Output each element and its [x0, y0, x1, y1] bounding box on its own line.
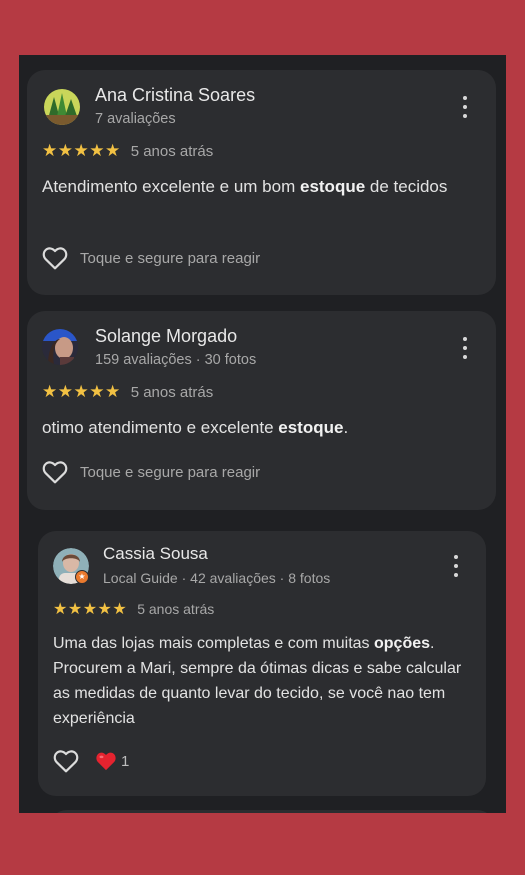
- reviewer-avatar[interactable]: [42, 329, 78, 365]
- heart-outline-icon[interactable]: [42, 460, 68, 484]
- react-row[interactable]: Toque e segure para reagir: [42, 246, 260, 270]
- review-rating: ★★★★★ 5 anos atrás: [53, 599, 214, 619]
- star-rating: ★★★★★: [42, 382, 121, 401]
- react-row[interactable]: Toque e segure para reagir: [42, 460, 260, 484]
- local-guide-badge-icon: ★: [75, 570, 89, 584]
- star-rating: ★★★★★: [53, 601, 128, 618]
- avatar-photo: [42, 329, 78, 365]
- react-hint: Toque e segure para reagir: [80, 463, 261, 481]
- reviewer-name[interactable]: Cassia Sousa: [103, 544, 208, 564]
- more-options-button[interactable]: [455, 94, 475, 120]
- heart-outline-icon[interactable]: [53, 749, 79, 773]
- next-review-card: [49, 810, 495, 813]
- review-card: Ana Cristina Soares 7 avaliações ★★★★★ 5…: [27, 70, 496, 295]
- review-card: ★ Cassia Sousa Local Guide · 42 avaliaçõ…: [38, 531, 486, 796]
- reviewer-name[interactable]: Ana Cristina Soares: [95, 85, 255, 106]
- star-rating: ★★★★★: [42, 141, 121, 160]
- review-card: Solange Morgado 159 avaliações · 30 foto…: [27, 311, 496, 510]
- reaction-chip[interactable]: 1: [95, 751, 129, 771]
- avatar-forest-image: [44, 89, 80, 125]
- reviewer-meta: 159 avaliações · 30 fotos: [95, 352, 257, 368]
- reviewer-meta: 7 avaliações: [95, 111, 176, 127]
- review-rating: ★★★★★ 5 anos atrás: [42, 141, 213, 161]
- heart-outline-icon[interactable]: [42, 246, 68, 270]
- review-date: 5 anos atrás: [137, 601, 215, 617]
- reviewer-name[interactable]: Solange Morgado: [95, 326, 237, 347]
- reviewer-avatar[interactable]: [44, 89, 80, 125]
- reaction-count: 1: [121, 752, 130, 770]
- review-text: Atendimento excelente e um bom estoque d…: [42, 177, 448, 196]
- more-options-button[interactable]: [446, 553, 466, 579]
- review-text: otimo atendimento e excelente estoque.: [42, 418, 349, 437]
- reviewer-avatar[interactable]: ★: [53, 548, 89, 584]
- react-hint: Toque e segure para reagir: [80, 249, 261, 267]
- reviewer-meta: Local Guide · 42 avaliações · 8 fotos: [103, 570, 331, 586]
- review-date: 5 anos atrás: [130, 383, 214, 401]
- react-row[interactable]: 1: [53, 749, 129, 773]
- review-text: Uma das lojas mais completas e com muita…: [53, 635, 462, 727]
- red-heart-icon: [95, 751, 117, 771]
- reviews-screen: Ana Cristina Soares 7 avaliações ★★★★★ 5…: [19, 55, 506, 813]
- more-options-button[interactable]: [455, 335, 475, 361]
- review-rating: ★★★★★ 5 anos atrás: [42, 382, 213, 402]
- review-date: 5 anos atrás: [130, 142, 214, 160]
